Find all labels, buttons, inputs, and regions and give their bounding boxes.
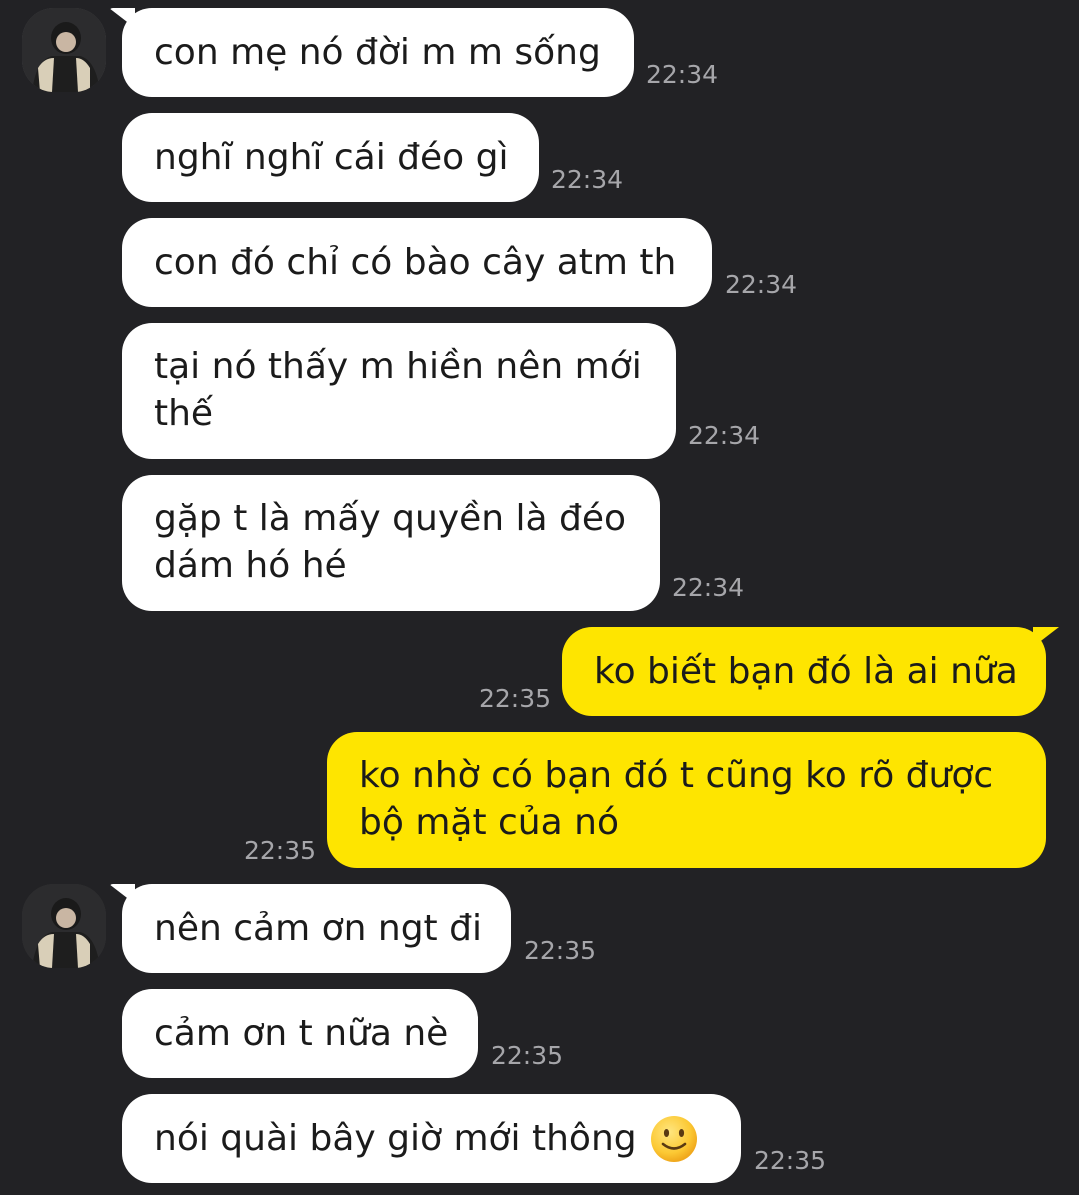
avatar-photo-icon <box>22 884 106 968</box>
incoming-message[interactable]: nói quài bây giờ mới thông <box>122 1094 741 1183</box>
incoming-message[interactable]: gặp t là mấy quyền là đéo dám hó hé <box>122 475 660 611</box>
contact-avatar[interactable] <box>22 884 106 968</box>
incoming-message[interactable]: tại nó thấy m hiền nên mới thế <box>122 323 676 459</box>
message-timestamp: 22:34 <box>672 573 745 602</box>
incoming-message[interactable]: cảm ơn t nữa nè <box>122 989 478 1078</box>
message-text: cảm ơn t nữa nè <box>154 1013 449 1054</box>
bubble-tail <box>109 884 135 904</box>
message-timestamp: 22:35 <box>491 1041 564 1070</box>
avatar-photo-icon <box>22 8 106 92</box>
message-timestamp: 22:35 <box>479 684 552 713</box>
slightly-smiling-face-icon <box>649 1114 699 1164</box>
incoming-message[interactable]: nên cảm ơn ngt đi <box>109 884 511 973</box>
message-text: nghĩ nghĩ cái đéo gì <box>154 137 509 178</box>
message-timestamp: 22:35 <box>754 1146 827 1175</box>
message-text: con đó chỉ có bào cây atm th <box>154 242 677 283</box>
incoming-message[interactable]: con đó chỉ có bào cây atm th <box>122 218 712 307</box>
outgoing-message[interactable]: ko nhờ có bạn đó t cũng ko rõ được bộ mặ… <box>327 732 1046 868</box>
outgoing-message[interactable]: ko biết bạn đó là ai nữa <box>562 627 1059 716</box>
message-line: tại nó thấy m hiền nên mới <box>154 346 642 387</box>
message-text: tại nó thấy m hiền nên mới thế <box>154 343 642 437</box>
contact-avatar[interactable] <box>22 8 106 92</box>
message-text: gặp t là mấy quyền là đéo dám hó hé <box>154 495 626 589</box>
message-timestamp: 22:35 <box>524 936 597 965</box>
message-text: nên cảm ơn ngt đi <box>154 908 482 949</box>
chat-thread: con mẹ nó đời m m sống 22:34 nghĩ nghĩ c… <box>0 0 1079 1195</box>
message-line: dám hó hé <box>154 545 347 586</box>
message-timestamp: 22:34 <box>646 60 719 89</box>
message-line: ko nhờ có bạn đó t cũng ko rõ được <box>359 755 994 796</box>
message-timestamp: 22:35 <box>244 836 317 865</box>
message-text: ko biết bạn đó là ai nữa <box>594 651 1018 692</box>
message-timestamp: 22:34 <box>551 165 624 194</box>
message-line: thế <box>154 393 214 434</box>
bubble-tail <box>109 8 135 28</box>
incoming-message[interactable]: con mẹ nó đời m m sống <box>109 8 634 97</box>
message-text: nói quài bây giờ mới thông <box>154 1118 637 1159</box>
incoming-message[interactable]: nghĩ nghĩ cái đéo gì <box>122 113 539 202</box>
message-line: gặp t là mấy quyền là đéo <box>154 498 627 539</box>
message-timestamp: 22:34 <box>688 421 761 450</box>
message-text: con mẹ nó đời m m sống <box>154 32 601 73</box>
message-timestamp: 22:34 <box>725 270 798 299</box>
message-line: bộ mặt của nó <box>359 802 619 843</box>
message-text: ko nhờ có bạn đó t cũng ko rõ được bộ mặ… <box>359 752 993 846</box>
bubble-tail <box>1033 627 1059 647</box>
